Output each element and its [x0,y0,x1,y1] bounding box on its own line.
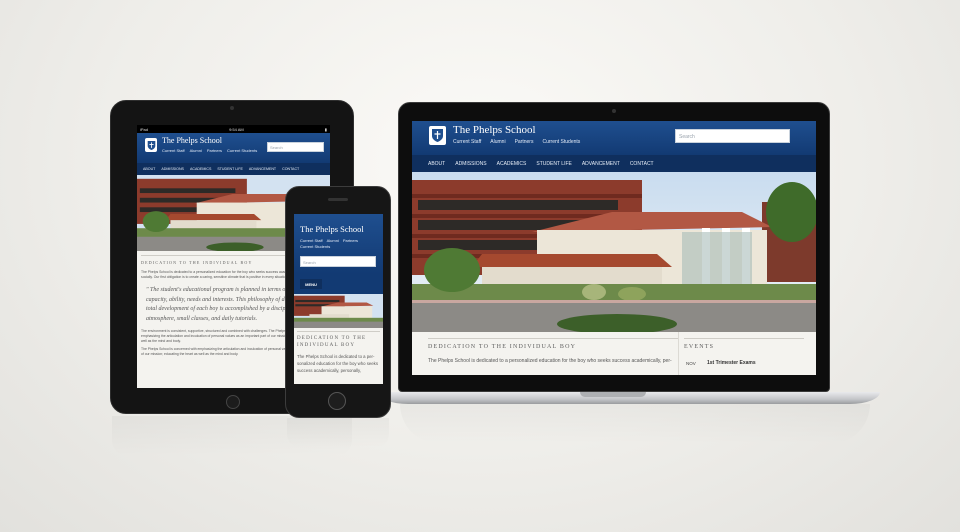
status-time: 9:54 AM [229,126,244,132]
laptop-camera [612,109,616,113]
quick-link-current-students[interactable]: Current Students [542,139,580,145]
quick-link-current-students[interactable]: Current Students [300,244,330,249]
column-divider [678,332,679,375]
phone-speaker [328,198,348,201]
phone-screen: The Phelps School Current Staff Alumni P… [294,214,383,384]
search-input[interactable]: Search [267,142,324,152]
campus-hero-photo [294,294,383,328]
nav-contact[interactable]: CONTACT [282,167,299,171]
laptop-reflection [400,404,870,444]
school-crest-logo[interactable] [429,126,446,145]
campus-hero-photo [412,172,816,332]
laptop-screen: The Phelps School Current Staff Alumni P… [412,121,816,375]
site-header: The Phelps School Current Staff Alumni P… [294,214,383,274]
tablet-home-button[interactable] [226,395,240,409]
event-month: NOV [686,361,696,366]
quick-link-current-staff[interactable]: Current Staff [300,238,323,243]
main-nav: ABOUT ADMISSIONS ACADEMICS STUDENT LIFE … [412,155,816,172]
site-header: The Phelps School Current Staff Alumni P… [412,121,816,155]
site-title[interactable]: The Phelps School [453,124,536,136]
section-title: DEDICATION TO THE INDIVIDUAL BOY [297,336,367,348]
nav-student-life[interactable]: STUDENT LIFE [217,167,243,171]
intro-text: The Phelps School is dedicated to a per-… [297,354,378,373]
tablet-camera [230,106,234,110]
nav-academics[interactable]: ACADEMICS [190,167,211,171]
phone-reflection [287,418,389,448]
laptop-content: DEDICATION TO THE INDIVIDUAL BOY The Phe… [412,332,816,375]
nav-contact[interactable]: CONTACT [630,161,654,167]
intro-text: The Phelps School is dedicated to a pers… [428,358,672,364]
quick-link-alumni[interactable]: Alumni [327,238,339,243]
quick-link-current-staff[interactable]: Current Staff [453,139,481,145]
section-divider [297,331,380,332]
carrier-label: iPad [140,126,149,132]
site-header: The Phelps School Current Staff Alumni P… [137,133,330,163]
laptop-notch [580,392,646,397]
menu-button[interactable]: MENU [300,279,322,289]
quick-link-partners[interactable]: Partners [515,139,534,145]
nav-student-life[interactable]: STUDENT LIFE [536,161,571,167]
main-nav: ABOUT ADMISSIONS ACADEMICS STUDENT LIFE … [137,163,330,175]
quick-link-partners[interactable]: Partners [343,238,358,243]
nav-admissions[interactable]: ADMISSIONS [161,167,184,171]
quick-link-partners[interactable]: Partners [207,148,222,153]
quick-link-current-staff[interactable]: Current Staff [162,148,185,153]
mobile-menu-bar: MENU [294,274,383,294]
site-title[interactable]: The Phelps School [162,136,222,145]
quick-link-current-students[interactable]: Current Students [227,148,257,153]
tablet-status-bar: iPad 9:54 AM ▮ [137,125,330,133]
site-title[interactable]: The Phelps School [300,224,364,234]
nav-admissions[interactable]: ADMISSIONS [455,161,486,167]
nav-advancement[interactable]: ADVANCEMENT [582,161,620,167]
school-crest-logo[interactable] [145,138,157,152]
nav-advancement[interactable]: ADVANCEMENT [249,167,276,171]
events-title: EVENTS [684,344,715,350]
search-input[interactable]: Search [300,256,376,267]
battery-icon: ▮ [324,126,327,132]
section-divider [428,338,678,339]
quick-links: Current Staff Alumni Partners Current St… [300,238,378,249]
search-input[interactable]: Search [675,129,790,143]
nav-about[interactable]: ABOUT [428,161,445,167]
event-link[interactable]: 1st Trimester Exams [707,360,756,366]
quick-link-alumni[interactable]: Alumni [490,139,505,145]
nav-academics[interactable]: ACADEMICS [497,161,527,167]
quick-links: Current Staff Alumni Partners Current St… [162,148,257,153]
quick-link-alumni[interactable]: Alumni [190,148,202,153]
phone-content: DEDICATION TO THE INDIVIDUAL BOY The Phe… [294,328,383,384]
nav-about[interactable]: ABOUT [143,167,155,171]
quick-links: Current Staff Alumni Partners Current St… [453,139,580,145]
events-divider [684,338,804,339]
section-title: DEDICATION TO THE INDIVIDUAL BOY [428,344,577,350]
phone-home-button[interactable] [328,392,346,410]
